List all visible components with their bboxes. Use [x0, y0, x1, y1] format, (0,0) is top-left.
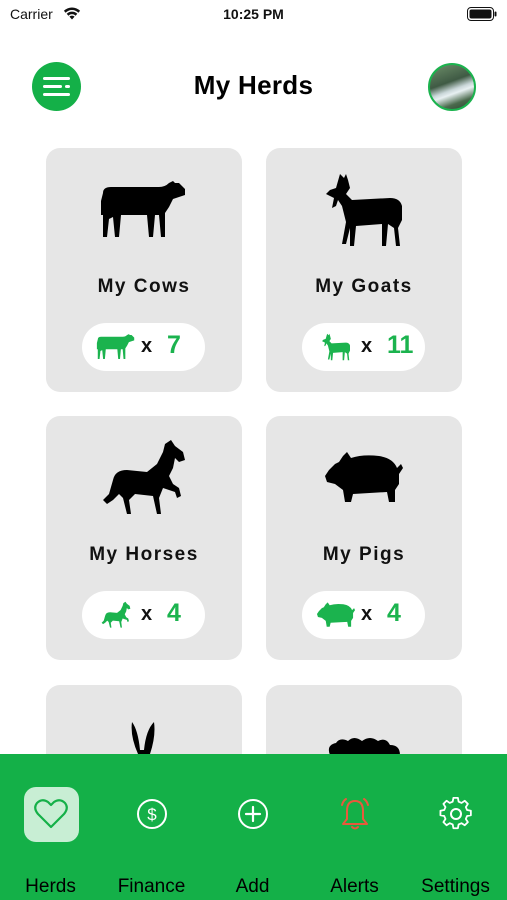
- tab-herds[interactable]: Herds: [0, 754, 101, 900]
- tab-label: Herds: [25, 876, 76, 897]
- herd-card-horses[interactable]: My Horses x 4: [46, 416, 242, 660]
- herd-count-pill: x 11: [302, 323, 425, 371]
- pig-icon: [316, 602, 356, 627]
- tab-label: Add: [235, 876, 270, 897]
- plus-circle-icon: [237, 799, 268, 829]
- herd-card-title: My Pigs: [322, 544, 406, 565]
- herd-card-title: My Cows: [97, 276, 191, 297]
- svg-text:$: $: [147, 805, 157, 824]
- multiplier-label: x: [141, 603, 153, 625]
- herd-card-cows[interactable]: My Cows x 7: [46, 148, 242, 392]
- bell-icon: [340, 798, 369, 830]
- herd-count: 4: [387, 599, 401, 627]
- tab-settings[interactable]: Settings: [405, 754, 506, 900]
- multiplier-label: x: [361, 335, 373, 357]
- tab-finance[interactable]: $ Finance: [101, 754, 202, 900]
- pig-icon: [325, 452, 403, 502]
- herd-card-goats[interactable]: My Goats x 11: [266, 148, 462, 392]
- horse-icon: [101, 601, 131, 628]
- dollar-circle-icon: $: [136, 799, 167, 829]
- herd-count-pill: x 7: [82, 323, 205, 371]
- herd-count: 4: [167, 599, 181, 627]
- herd-count: 11: [387, 331, 414, 359]
- herd-card-pigs[interactable]: My Pigs x 4: [266, 416, 462, 660]
- goat-icon: [326, 174, 402, 246]
- herd-count: 7: [167, 331, 181, 359]
- tab-label: Alerts: [330, 876, 379, 897]
- goat-icon: [322, 333, 350, 361]
- herd-count-pill: x 4: [82, 591, 205, 639]
- cow-icon: [101, 181, 185, 237]
- herd-count-pill: x 4: [302, 591, 425, 639]
- tab-bar: Herds $ Finance Add Alerts Settings: [0, 754, 507, 900]
- heart-icon: [33, 799, 68, 829]
- cow-icon: [96, 334, 135, 359]
- herd-card-title: My Goats: [315, 276, 413, 297]
- tab-alerts[interactable]: Alerts: [304, 754, 405, 900]
- multiplier-label: x: [141, 335, 153, 357]
- tab-add[interactable]: Add: [202, 754, 303, 900]
- tab-label: Settings: [421, 876, 490, 897]
- herd-card-title: My Horses: [89, 544, 199, 565]
- gear-icon: [439, 797, 472, 830]
- multiplier-label: x: [361, 603, 373, 625]
- tab-label: Finance: [117, 876, 186, 897]
- horse-icon: [103, 440, 185, 514]
